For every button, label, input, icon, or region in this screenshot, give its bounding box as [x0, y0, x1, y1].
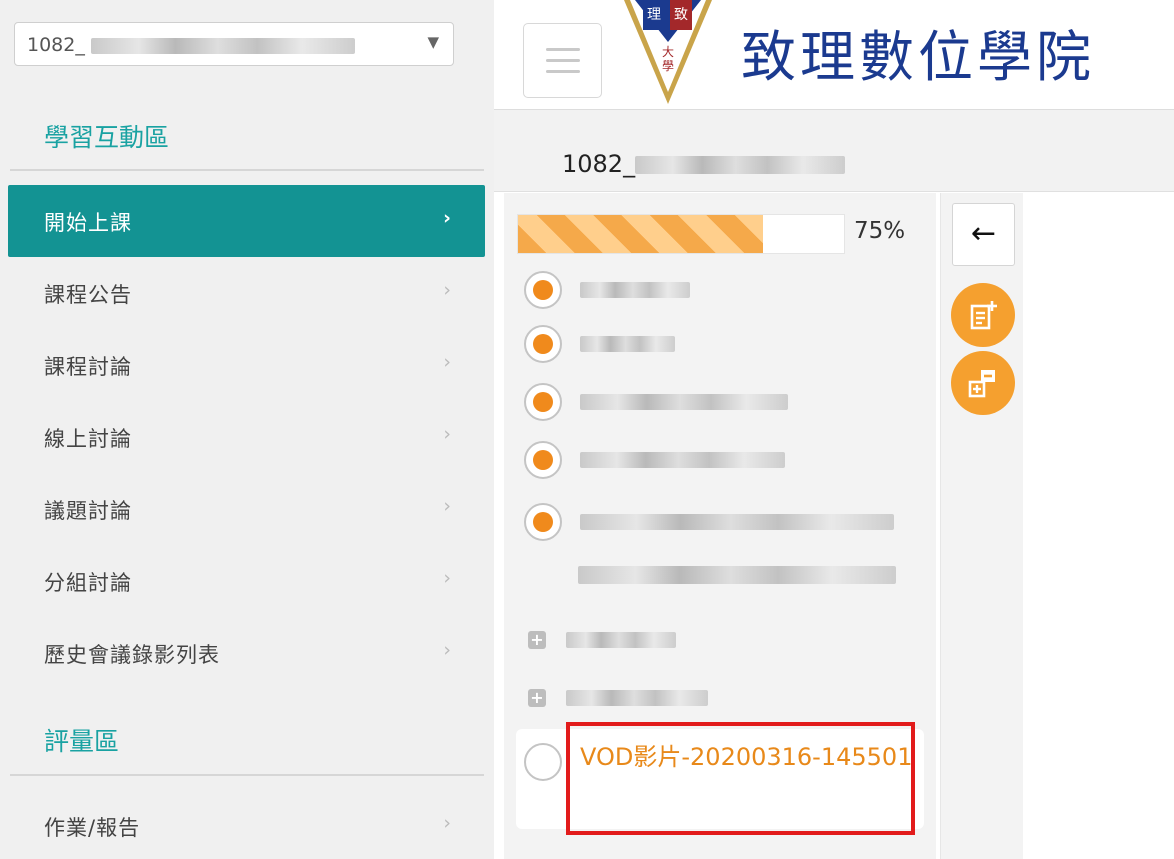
sidebar-item-assignments[interactable]: 作業/報告 ›: [8, 790, 485, 859]
svg-text:大: 大: [662, 45, 674, 59]
sidebar-item-label: 線上討論: [44, 427, 132, 451]
expand-plus-icon: +: [528, 689, 546, 707]
redacted-course-name: [90, 37, 355, 54]
divider: [10, 774, 484, 776]
redacted-item-title: [580, 336, 675, 352]
tree-item[interactable]: [524, 271, 824, 309]
progress-label: 75%: [854, 218, 906, 244]
svg-text:致: 致: [674, 7, 688, 23]
chevron-down-icon: ▼: [427, 33, 439, 51]
svg-text:理: 理: [647, 7, 661, 23]
sidebar-item-start-class[interactable]: 開始上課 ›: [8, 185, 485, 257]
sidebar-item-label: 課程討論: [44, 355, 132, 379]
sidebar-item-online-discussion[interactable]: 線上討論 ›: [8, 401, 485, 473]
tree-folder[interactable]: +: [528, 683, 748, 713]
menu-toggle-button[interactable]: [523, 23, 602, 98]
redacted-item-title: [580, 282, 690, 298]
chevron-right-icon: ›: [443, 812, 451, 834]
sidebar-item-label: 課程公告: [44, 283, 132, 307]
redacted-course-name: [635, 156, 846, 174]
highlight-box: [566, 722, 915, 835]
hamburger-icon-bar: [546, 70, 580, 73]
redacted-item-title: [580, 452, 785, 468]
sidebar-item-label: 分組討論: [44, 571, 132, 595]
sidebar-item-meeting-recordings[interactable]: 歷史會議錄影列表 ›: [8, 617, 485, 689]
add-remove-icon[interactable]: [951, 351, 1015, 415]
breadcrumb-course: 1082_: [562, 150, 846, 178]
tree-item[interactable]: [524, 383, 824, 421]
radio-checked-icon: [524, 325, 562, 363]
radio-checked-icon: [524, 503, 562, 541]
expand-plus-icon: +: [528, 631, 546, 649]
tree-item[interactable]: [524, 441, 824, 479]
chevron-right-icon: ›: [443, 495, 451, 517]
section-title-interaction: 學習互動區: [44, 123, 170, 152]
sidebar-item-announcements[interactable]: 課程公告 ›: [8, 257, 485, 329]
sidebar-item-label: 作業/報告: [44, 816, 141, 840]
chevron-right-icon: ›: [443, 423, 451, 445]
divider: [10, 169, 484, 171]
hamburger-icon-bar: [546, 59, 580, 62]
progress-fill: [518, 215, 763, 253]
tree-item[interactable]: [524, 503, 904, 541]
chevron-right-icon: ›: [443, 351, 451, 373]
course-select[interactable]: 1082_ ▼: [14, 22, 454, 66]
redacted-item-title: [580, 394, 788, 410]
hamburger-icon-bar: [546, 48, 580, 51]
sidebar-item-course-discussion[interactable]: 課程討論 ›: [8, 329, 485, 401]
radio-checked-icon: [524, 383, 562, 421]
radio-checked-icon: [524, 271, 562, 309]
tree-item[interactable]: [524, 325, 824, 363]
sidebar-item-topic-discussion[interactable]: 議題討論 ›: [8, 473, 485, 545]
chevron-right-icon: ›: [443, 207, 451, 229]
sidebar-item-group-discussion[interactable]: 分組討論 ›: [8, 545, 485, 617]
redacted-item-title: [580, 514, 894, 530]
tree-folder[interactable]: +: [528, 625, 728, 655]
sidebar-item-label: 開始上課: [44, 211, 132, 235]
section-title-assessment: 評量區: [44, 727, 120, 756]
interaction-menu: 開始上課 › 課程公告 › 課程討論 › 線上討論 › 議題討論 › 分組討論 …: [8, 185, 485, 689]
progress-bar: [517, 214, 845, 254]
add-note-icon[interactable]: [951, 283, 1015, 347]
sidebar-item-label: 歷史會議錄影列表: [44, 643, 220, 667]
sidebar-item-label: 議題討論: [44, 499, 132, 523]
assessment-menu: 作業/報告 ›: [8, 790, 485, 859]
radio-checked-icon: [524, 441, 562, 479]
chevron-right-icon: ›: [443, 567, 451, 589]
breadcrumb: 1082_: [494, 110, 1174, 192]
redacted-folder-title: [566, 632, 676, 648]
brand-title: 致理數位學院: [741, 25, 1096, 89]
redacted-folder-title: [566, 690, 708, 706]
redacted-item-title: [578, 566, 896, 584]
school-logo: 理 致 大 學: [624, 0, 712, 104]
radio-unchecked-icon: [524, 743, 562, 781]
sidebar: 1082_ ▼ 學習互動區 開始上課 › 課程公告 › 課程討論 › 線上討論 …: [0, 0, 494, 859]
chevron-right-icon: ›: [443, 279, 451, 301]
tool-column: ←: [940, 193, 1023, 859]
add-remove-glyph: [968, 370, 995, 398]
chevron-right-icon: ›: [443, 639, 451, 661]
course-select-value: 1082_: [27, 34, 355, 56]
back-arrow-icon[interactable]: ←: [952, 203, 1015, 266]
svg-text:學: 學: [662, 59, 674, 73]
add-note-glyph: [970, 301, 997, 330]
